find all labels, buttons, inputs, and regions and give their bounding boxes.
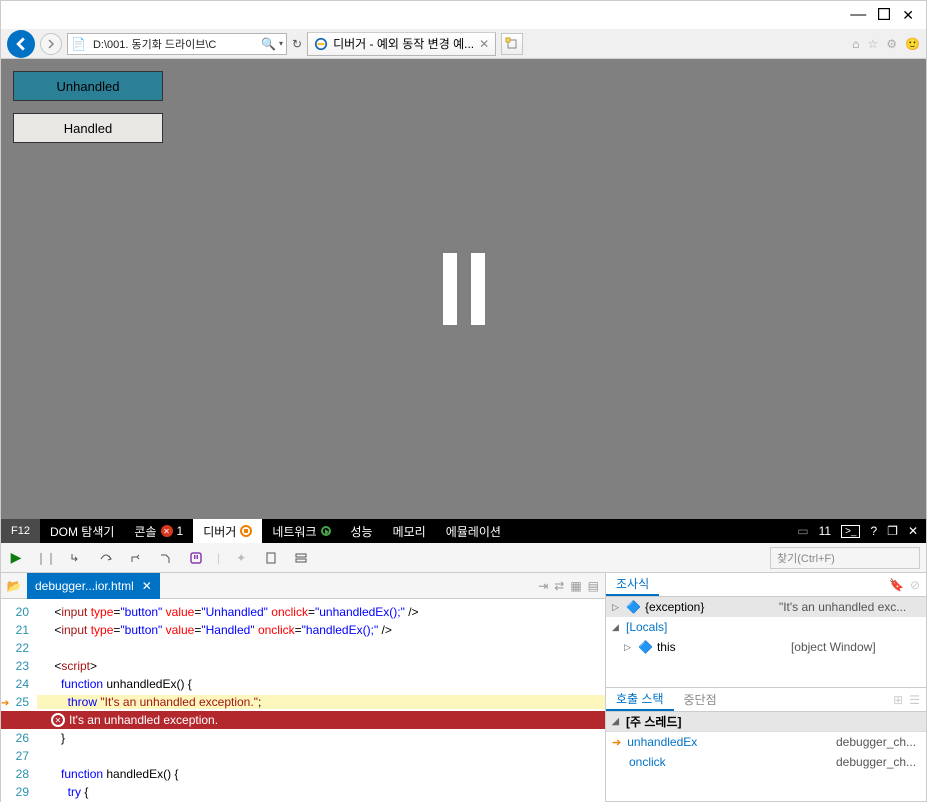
library-icon[interactable]: ☰ [909,693,920,707]
step-over-button[interactable] [97,549,115,567]
search-input[interactable]: 찾기(Ctrl+F) [770,547,920,569]
handled-button[interactable]: Handled [13,113,163,143]
watch-this-row[interactable]: ▷ 🔷 this [object Window] [606,637,926,657]
open-file-button[interactable]: 📂 [1,573,27,599]
nav-back-button[interactable] [7,30,35,58]
window-close-button[interactable]: ✕ [902,7,914,24]
tab-performance[interactable]: 성능 [341,519,383,543]
window-titlebar: — ✕ [1,1,926,29]
expand-icon[interactable]: ▷ [624,642,634,653]
tab-console[interactable]: 콘솔 ✕1 [124,519,193,543]
stack-frame[interactable]: onclick debugger_ch... [606,752,926,772]
address-text: D:\001. 동기화 드라이브\C [89,36,261,52]
tab-emulation[interactable]: 에뮬레이션 [436,519,511,543]
page-content: Unhandled Handled [1,59,926,519]
exception-inline-message: ✕It's an unhandled exception. [1,711,605,729]
expand-icon[interactable]: ▷ [612,602,622,613]
tab-action-1-icon[interactable]: ⇥ [538,579,548,593]
undock-icon[interactable]: ❐ [887,524,898,538]
separator: | [217,551,220,565]
callstack-list[interactable]: ◢ [주 스레드] ➔ unhandledEx debugger_ch... o… [606,712,926,802]
tab-debugger[interactable]: 디버거 [193,519,262,543]
network-record-icon [321,526,331,536]
settings-icon[interactable]: ⚙ [886,37,897,51]
tab-action-3-icon[interactable]: ▦ [570,579,581,593]
new-tab-button[interactable] [501,33,523,55]
word-wrap-button[interactable] [262,549,280,567]
close-file-icon[interactable]: ✕ [142,579,152,593]
pause-overlay-icon [443,253,485,325]
step-out-button[interactable] [127,549,145,567]
current-frame-icon: ➔ [612,736,621,749]
code-editor[interactable]: 20 <input type="button" value="Unhandled… [1,599,605,802]
console-error-badge: ✕ [161,525,173,537]
watch-exception-row[interactable]: ▷ 🔷 {exception} "It's an unhandled exc..… [606,597,926,617]
tab-breakpoints[interactable]: 중단점 [674,688,727,711]
tab-title: 디버거 - 예외 동작 변경 예... [333,35,474,52]
side-panel: 조사식 🔖 ⊘ ▷ 🔷 {exception} "It's an unhandl… [606,573,926,802]
source-map-button[interactable] [292,549,310,567]
counter: 11 [819,524,831,538]
devtools-tabbar: F12 DOM 탐색기 콘솔 ✕1 디버거 네트워크 성능 메모리 에뮬레이션 … [1,519,926,543]
delete-watch-icon[interactable]: ⊘ [910,578,920,592]
watch-locals-row[interactable]: ◢ [Locals] [606,617,926,637]
cube-icon: 🔷 [638,640,653,654]
feedback-icon[interactable]: 🙂 [905,37,920,51]
browser-tab[interactable]: 디버거 - 예외 동작 변경 예... ✕ [307,32,496,56]
cube-icon: 🔷 [626,600,641,614]
tab-close-icon[interactable]: ✕ [479,37,489,51]
search-icon[interactable]: 🔍 [261,37,276,51]
ie-icon [314,37,328,51]
stack-frame[interactable]: ➔ unhandledEx debugger_ch... [606,732,926,752]
unhandled-button[interactable]: Unhandled [13,71,163,101]
console-pane-icon[interactable]: >_ [841,525,860,538]
break-new-worker-button[interactable] [157,549,175,567]
maximize-button[interactable] [878,8,890,23]
dropdown-icon[interactable]: ▾ [279,39,283,48]
collapse-icon[interactable]: ◢ [612,716,622,727]
responsive-icon[interactable]: ▭ [797,524,808,538]
tab-action-2-icon[interactable]: ⇄ [554,579,564,593]
debugger-toolbar: ▶ ❙❙ | ✦ 찾기(Ctrl+F) [1,543,926,573]
pretty-print-button[interactable]: ✦ [232,549,250,567]
address-bar[interactable]: 📄 D:\001. 동기화 드라이브\C 🔍 ▾ [67,33,287,55]
help-icon[interactable]: ? [870,524,877,538]
minimize-button[interactable]: — [850,6,866,24]
tab-memory[interactable]: 메모리 [383,519,436,543]
f12-label: F12 [1,519,40,543]
debugger-paused-icon [240,525,252,537]
async-icon[interactable]: ⊞ [893,693,903,707]
source-panel: 📂 debugger...ior.html ✕ ⇥ ⇄ ▦ ▤ 20 <inpu… [1,573,606,802]
exception-behavior-button[interactable] [187,549,205,567]
tab-callstack[interactable]: 호출 스택 [606,688,674,711]
tab-dom-explorer[interactable]: DOM 탐색기 [40,519,124,543]
watch-list[interactable]: ▷ 🔷 {exception} "It's an unhandled exc..… [606,597,926,688]
nav-forward-button[interactable] [40,33,62,55]
tab-network[interactable]: 네트워크 [262,519,340,543]
favorites-icon[interactable]: ☆ [868,37,879,51]
tab-action-4-icon[interactable]: ▤ [588,579,599,593]
step-into-button[interactable] [67,549,85,567]
source-file-tab[interactable]: debugger...ior.html ✕ [27,573,160,599]
collapse-icon[interactable]: ◢ [612,622,622,633]
refresh-button[interactable]: ↻ [292,37,302,51]
home-icon[interactable]: ⌂ [852,37,859,51]
tab-watch[interactable]: 조사식 [606,573,659,596]
debugger-main: 📂 debugger...ior.html ✕ ⇥ ⇄ ▦ ▤ 20 <inpu… [1,573,926,802]
pause-button[interactable]: ❙❙ [37,549,55,567]
continue-button[interactable]: ▶ [7,549,25,567]
devtools-close-icon[interactable]: ✕ [908,524,918,538]
ie-toolbar: 📄 D:\001. 동기화 드라이브\C 🔍 ▾ ↻ 디버거 - 예외 동작 변… [1,29,926,59]
thread-header[interactable]: ◢ [주 스레드] [606,712,926,732]
add-watch-icon[interactable]: 🔖 [889,578,904,592]
